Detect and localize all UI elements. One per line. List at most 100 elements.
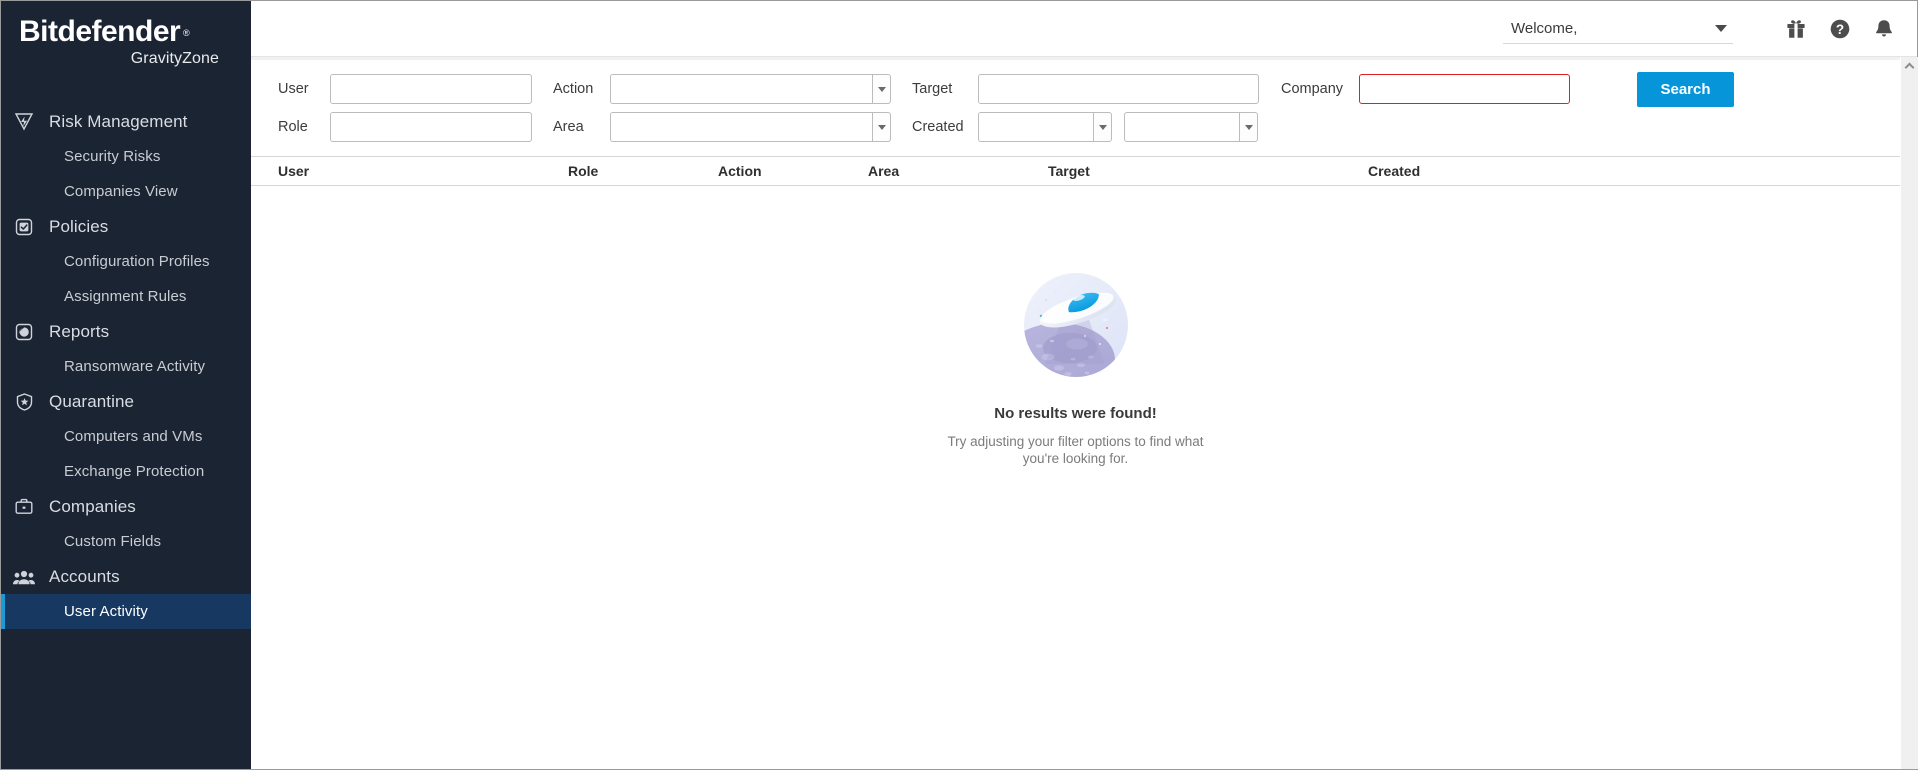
notification-bell-icon[interactable] — [1873, 18, 1895, 40]
column-header-target[interactable]: Target — [1048, 163, 1368, 179]
sidebar-item-risk-management[interactable]: Risk Management — [1, 104, 251, 139]
brand-logo: Bitdefender ® GravityZone — [1, 1, 251, 68]
table-header-row: User Role Action Area Target Created — [251, 156, 1900, 186]
sidebar-item-quarantine[interactable]: Quarantine — [1, 384, 251, 419]
sidebar-item-label: Configuration Profiles — [64, 253, 210, 270]
created-to-value[interactable] — [1124, 112, 1239, 142]
filter-row-target: Target — [912, 74, 1259, 104]
sidebar-item-label: Policies — [49, 217, 108, 237]
sidebar-item-label: Risk Management — [49, 112, 188, 132]
triangle-down-icon — [878, 87, 886, 92]
role-filter-label: Role — [278, 119, 330, 135]
sidebar-item-label: Quarantine — [49, 392, 134, 412]
target-filter-label: Target — [912, 81, 978, 97]
area-filter-select[interactable] — [610, 112, 891, 142]
top-bar-icons: ? — [1785, 18, 1895, 40]
sidebar-item-label: Companies View — [64, 183, 178, 200]
sidebar-item-custom-fields[interactable]: Custom Fields — [1, 524, 251, 559]
company-filter-input[interactable] — [1359, 74, 1570, 104]
sidebar-item-label: Accounts — [49, 567, 120, 587]
column-header-created[interactable]: Created — [1368, 163, 1568, 179]
target-filter-input[interactable] — [978, 74, 1259, 104]
application-window: Bitdefender ® GravityZone Risk Managemen… — [0, 0, 1918, 770]
brand-name: Bitdefender ® — [19, 15, 180, 49]
results-table: User Role Action Area Target Created — [251, 156, 1900, 769]
help-icon[interactable]: ? — [1829, 18, 1851, 40]
area-filter-label: Area — [553, 119, 610, 135]
sidebar-nav: Risk Management Security Risks Companies… — [1, 104, 251, 629]
filter-row-created: Created — [912, 112, 1259, 142]
filter-row-user: User — [278, 74, 532, 104]
empty-state-message: Try adjusting your filter options to fin… — [946, 433, 1206, 467]
main-area: Welcome, ? — [251, 1, 1917, 769]
sidebar-item-companies[interactable]: Companies — [1, 489, 251, 524]
area-filter-dropdown-button[interactable] — [872, 112, 891, 142]
sidebar-item-computers-and-vms[interactable]: Computers and VMs — [1, 419, 251, 454]
sidebar-item-label: Computers and VMs — [64, 428, 202, 445]
shield-star-icon — [11, 391, 37, 413]
sidebar-item-configuration-profiles[interactable]: Configuration Profiles — [1, 244, 251, 279]
people-group-icon — [11, 566, 37, 588]
gift-icon[interactable] — [1785, 18, 1807, 40]
created-from-datepicker[interactable] — [978, 112, 1112, 142]
sidebar-item-label: Exchange Protection — [64, 463, 204, 480]
welcome-label: Welcome, — [1511, 20, 1577, 37]
filter-row-area: Area — [553, 112, 891, 142]
sidebar-item-label: Security Risks — [64, 148, 160, 165]
report-chart-icon — [11, 321, 37, 343]
search-button-row: Search — [1637, 74, 1734, 104]
area-filter-value[interactable] — [610, 112, 872, 142]
table-body: No results were found! Try adjusting you… — [251, 186, 1900, 769]
filter-row-company: Company — [1281, 74, 1570, 104]
vertical-scrollbar[interactable] — [1900, 57, 1917, 769]
user-filter-input[interactable] — [330, 74, 532, 104]
empty-state-title: No results were found! — [994, 405, 1157, 422]
sidebar-item-label: Assignment Rules — [64, 288, 187, 305]
scrollbar-track[interactable] — [1901, 74, 1918, 769]
filter-row-action: Action — [553, 74, 891, 104]
created-to-datepicker[interactable] — [1124, 112, 1258, 142]
user-filter-label: User — [278, 81, 330, 97]
sidebar-item-accounts[interactable]: Accounts — [1, 559, 251, 594]
action-filter-value[interactable] — [610, 74, 872, 104]
empty-state: No results were found! Try adjusting you… — [251, 264, 1900, 467]
triangle-down-icon — [1099, 125, 1107, 130]
sidebar-item-label: Reports — [49, 322, 109, 342]
sidebar-item-assignment-rules[interactable]: Assignment Rules — [1, 279, 251, 314]
column-header-area[interactable]: Area — [868, 163, 1048, 179]
shield-lightning-icon — [11, 111, 37, 133]
sidebar-item-label: User Activity — [64, 603, 148, 620]
column-header-action[interactable]: Action — [718, 163, 868, 179]
action-filter-label: Action — [553, 81, 610, 97]
sidebar-item-policies[interactable]: Policies — [1, 209, 251, 244]
sidebar-item-ransomware-activity[interactable]: Ransomware Activity — [1, 349, 251, 384]
search-button[interactable]: Search — [1637, 72, 1734, 107]
sidebar-item-user-activity[interactable]: User Activity — [1, 594, 251, 629]
svg-text:?: ? — [1836, 22, 1844, 37]
brand-name-text: Bitdefender — [19, 15, 180, 48]
created-from-dropdown-button[interactable] — [1093, 112, 1112, 142]
sidebar-item-companies-view[interactable]: Companies View — [1, 174, 251, 209]
ufo-planet-illustration — [1015, 264, 1137, 391]
action-filter-dropdown-button[interactable] — [872, 74, 891, 104]
registered-mark: ® — [183, 16, 189, 50]
content-panel: User Role Action — [251, 57, 1900, 769]
filter-row-role: Role — [278, 112, 532, 142]
created-to-dropdown-button[interactable] — [1239, 112, 1258, 142]
triangle-down-icon — [1245, 125, 1253, 130]
body-wrapper: User Role Action — [251, 57, 1917, 769]
sidebar-item-reports[interactable]: Reports — [1, 314, 251, 349]
created-from-value[interactable] — [978, 112, 1093, 142]
filter-panel: User Role Action — [251, 60, 1900, 156]
role-filter-input[interactable] — [330, 112, 532, 142]
brand-product: GravityZone — [19, 50, 219, 68]
column-header-user[interactable]: User — [278, 163, 568, 179]
sidebar-item-security-risks[interactable]: Security Risks — [1, 139, 251, 174]
sidebar-item-label: Ransomware Activity — [64, 358, 205, 375]
column-header-role[interactable]: Role — [568, 163, 718, 179]
user-menu-dropdown[interactable]: Welcome, — [1503, 20, 1733, 44]
action-filter-select[interactable] — [610, 74, 891, 104]
sidebar-item-exchange-protection[interactable]: Exchange Protection — [1, 454, 251, 489]
created-filter-label: Created — [912, 119, 978, 135]
scrollbar-up-button[interactable] — [1901, 57, 1918, 74]
